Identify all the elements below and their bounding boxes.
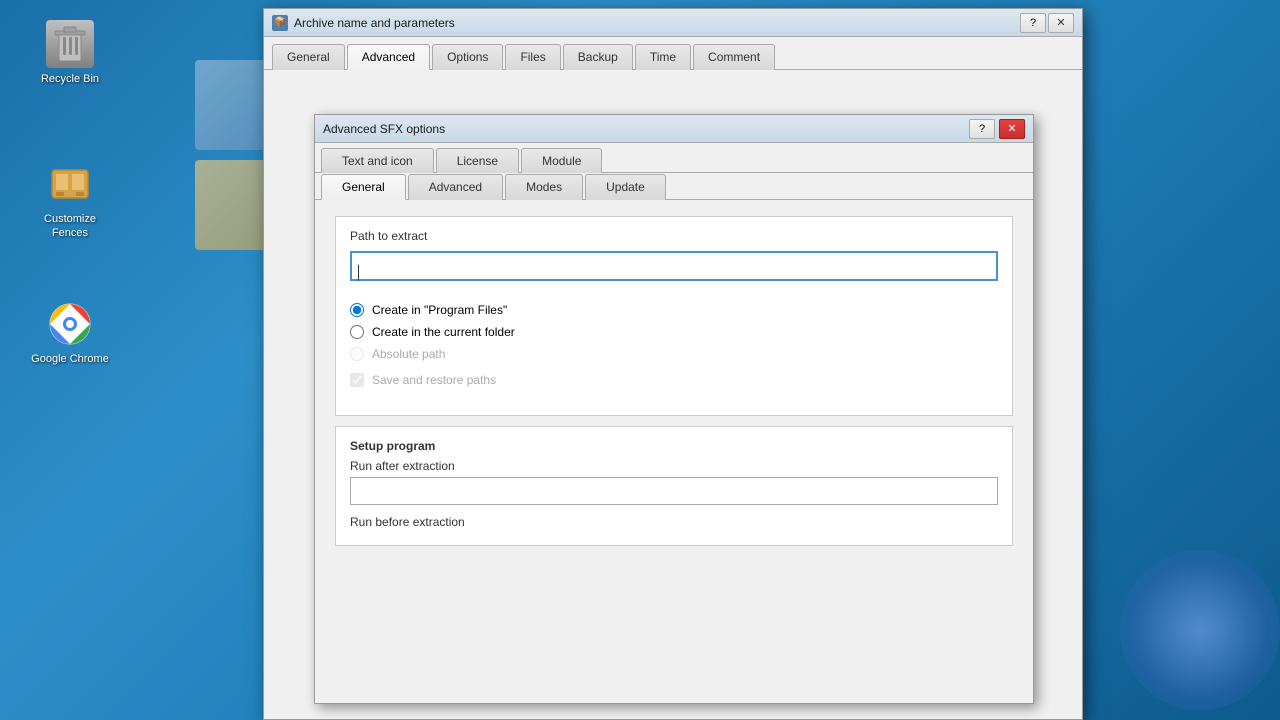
desktop: Recycle Bin Customize Fences: [0, 0, 1280, 720]
run-before-label: Run before extraction: [350, 515, 998, 529]
sfx-titlebar-buttons: ? ✕: [969, 119, 1025, 139]
archive-dialog-titlebar: 📦 Archive name and parameters ? ✕: [264, 9, 1082, 37]
desktop-icon-chrome[interactable]: Google Chrome: [30, 300, 110, 366]
path-radio-group: Create in "Program Files" Create in the …: [350, 303, 998, 361]
recycle-bin-label: Recycle Bin: [41, 72, 99, 86]
text-cursor: [358, 264, 359, 280]
sfx-titlebar: Advanced SFX options ? ✕: [315, 115, 1033, 143]
sfx-tab-text-icon[interactable]: Text and icon: [321, 148, 434, 173]
radio-program-files[interactable]: Create in "Program Files": [350, 303, 998, 317]
radio-absolute-path[interactable]: Absolute path: [350, 347, 998, 361]
sfx-tabs-row1: Text and icon License Module: [315, 143, 1033, 173]
path-input[interactable]: [350, 251, 998, 281]
desktop-icon-fences[interactable]: Customize Fences: [30, 160, 110, 241]
tab-time[interactable]: Time: [635, 44, 691, 70]
archive-dialog: 📦 Archive name and parameters ? ✕ Genera…: [263, 8, 1083, 720]
sfx-close-button[interactable]: ✕: [999, 119, 1025, 139]
run-after-label: Run after extraction: [350, 459, 998, 473]
sfx-tab-general[interactable]: General: [321, 174, 406, 200]
fences-label: Customize Fences: [30, 212, 110, 241]
tab-advanced[interactable]: Advanced: [347, 44, 430, 70]
archive-titlebar-buttons: ? ✕: [1020, 13, 1074, 33]
sfx-dialog: Advanced SFX options ? ✕ Text and icon L…: [314, 114, 1034, 704]
chrome-label: Google Chrome: [31, 352, 109, 366]
archive-title-icon: 📦: [272, 15, 288, 31]
sfx-dialog-title: Advanced SFX options: [323, 122, 969, 136]
recycle-bin-icon: [46, 20, 94, 68]
desktop-icon-recycle-bin[interactable]: Recycle Bin: [30, 20, 110, 86]
setup-program-label: Setup program: [350, 439, 998, 453]
sfx-tabs-row2: General Advanced Modes Update: [315, 173, 1033, 200]
archive-close-button[interactable]: ✕: [1048, 13, 1074, 33]
tab-options[interactable]: Options: [432, 44, 503, 70]
sfx-tab-license[interactable]: License: [436, 148, 519, 173]
sfx-tab-modes[interactable]: Modes: [505, 174, 583, 200]
path-label: Path to extract: [350, 229, 998, 243]
tab-general[interactable]: General: [272, 44, 345, 70]
tab-comment[interactable]: Comment: [693, 44, 775, 70]
archive-help-button[interactable]: ?: [1020, 13, 1046, 33]
archive-tabs: General Advanced Options Files Backup Ti…: [264, 37, 1082, 70]
sfx-tab-advanced[interactable]: Advanced: [408, 174, 503, 200]
tab-backup[interactable]: Backup: [563, 44, 633, 70]
radio-current-folder[interactable]: Create in the current folder: [350, 325, 998, 339]
save-restore-checkbox[interactable]: Save and restore paths: [350, 373, 998, 387]
sfx-tab-module[interactable]: Module: [521, 148, 602, 173]
chrome-icon: [46, 300, 94, 348]
tab-files[interactable]: Files: [505, 44, 560, 70]
sfx-help-button[interactable]: ?: [969, 119, 995, 139]
sfx-tab-update[interactable]: Update: [585, 174, 666, 200]
decorative-circle: [1120, 550, 1280, 710]
run-after-input[interactable]: [350, 477, 998, 505]
sfx-content: Path to extract Create in "Program Files…: [315, 200, 1033, 562]
fences-icon: [46, 160, 94, 208]
archive-dialog-title: Archive name and parameters: [294, 16, 1020, 30]
